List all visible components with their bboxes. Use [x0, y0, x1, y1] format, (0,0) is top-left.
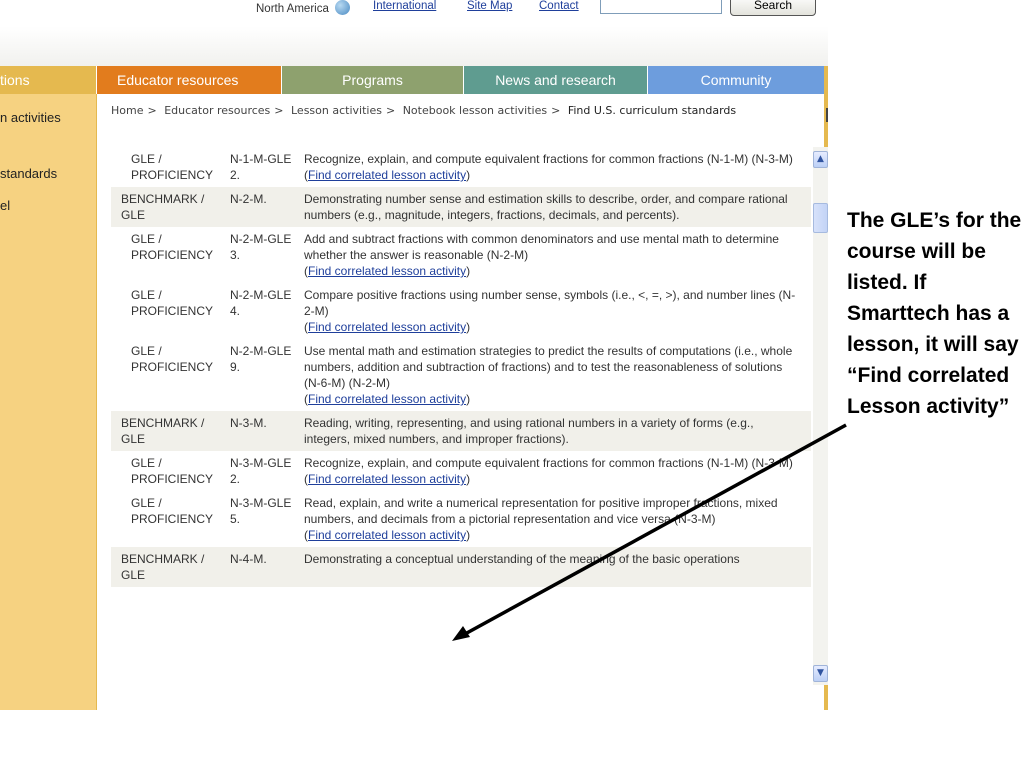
tab-programs[interactable]: Programs — [282, 66, 463, 94]
contact-link[interactable]: Contact — [539, 0, 579, 12]
search-button[interactable]: Search — [730, 0, 816, 16]
site-map-link[interactable]: Site Map — [467, 0, 512, 12]
standard-type: GLE / PROFICIENCY — [131, 152, 214, 182]
standard-description: Use mental math and estimation strategie… — [304, 344, 793, 390]
standard-description: Read, explain, and write a numerical rep… — [304, 496, 778, 526]
find-correlated-lesson-link[interactable]: Find correlated lesson activity — [308, 168, 466, 182]
standard-description: Demonstrating a conceptual understanding… — [304, 552, 740, 566]
standard-type: BENCHMARK / GLE — [121, 416, 205, 446]
standard-description-cell: Recognize, explain, and compute equivale… — [304, 152, 793, 182]
find-correlated-lesson-link[interactable]: Find correlated lesson activity — [308, 264, 466, 278]
breadcrumb-lesson-activities[interactable]: Lesson activities — [291, 104, 382, 117]
standard-description-cell: Demonstrating number sense and estimatio… — [304, 191, 801, 223]
standard-type: BENCHMARK / GLE — [121, 552, 205, 582]
table-row: GLE / PROFICIENCY N-2-M-GLE 4. Compare pos… — [111, 283, 811, 339]
standards-list: GLE / PROFICIENCY N-1-M-GLE 2. Recognize, … — [111, 147, 811, 685]
standard-description-cell: Recognize, explain, and compute equivale… — [304, 456, 793, 486]
breadcrumb-educator-resources[interactable]: Educator resources — [164, 104, 270, 117]
tab-community[interactable]: Community — [648, 66, 824, 94]
standard-code: N-2-M. — [230, 192, 267, 206]
table-row: BENCHMARK / GLE N-2-M. Demonstrating numbe… — [111, 187, 811, 227]
standard-description: Recognize, explain, and compute equivale… — [304, 456, 793, 470]
standard-description: Compare positive fractions using number … — [304, 288, 796, 318]
breadcrumb: Home > Educator resources > Lesson activit… — [111, 104, 737, 117]
table-row: GLE / PROFICIENCY N-3-M-GLE 5. Read, expla… — [111, 491, 811, 547]
search-input[interactable] — [600, 0, 722, 14]
standard-type: BENCHMARK / GLE — [121, 192, 205, 222]
standard-type: GLE / PROFICIENCY — [131, 232, 214, 262]
table-row: BENCHMARK / GLE N-4-M. Demonstrating a con… — [111, 547, 811, 587]
side-scroll-marker — [826, 108, 828, 122]
international-link[interactable]: International — [373, 0, 436, 12]
standard-code: N-4-M. — [230, 552, 267, 566]
standard-description-cell: Compare positive fractions using number … — [304, 288, 796, 334]
standard-description: Demonstrating number sense and estimatio… — [304, 192, 788, 222]
annotation-callout: The GLE’s for the course will be listed.… — [847, 209, 1022, 418]
tab-news-and-research[interactable]: News and research — [464, 66, 647, 94]
globe-icon — [335, 0, 351, 15]
standard-description: Add and subtract fractions with common d… — [304, 232, 779, 262]
sidebar: n activities standards el — [0, 94, 96, 710]
find-correlated-lesson-link[interactable]: Find correlated lesson activity — [308, 528, 466, 542]
content-left-border — [96, 94, 97, 710]
table-row: BENCHMARK / GLE N-3-M. Reading, writing, r… — [111, 411, 811, 451]
tab-educator-resources[interactable]: Educator resources — [97, 66, 281, 94]
scroll-thumb[interactable] — [813, 203, 828, 233]
tab-edge — [824, 66, 828, 94]
table-row: GLE / PROFICIENCY N-2-M-GLE 3. Add and sub… — [111, 227, 811, 283]
table-row: GLE / PROFICIENCY N-3-M-GLE 2. Recognize, … — [111, 451, 811, 491]
standard-code: N-3-M-GLE 2. — [230, 456, 292, 486]
standard-description: Recognize, explain, and compute equivale… — [304, 152, 793, 166]
standard-description-cell: Read, explain, and write a numerical rep… — [304, 496, 778, 542]
site-header: North America International Site Map Con… — [0, 0, 828, 66]
browser-screenshot: North America International Site Map Con… — [0, 0, 828, 710]
standard-type: GLE / PROFICIENCY — [131, 344, 214, 374]
scroll-up-icon[interactable]: ▲ — [813, 151, 828, 168]
standard-code: N-3-M. — [230, 416, 267, 430]
standard-description-cell: Use mental math and estimation strategie… — [304, 344, 793, 406]
standard-description-cell: Reading, writing, representing, and usin… — [304, 415, 801, 447]
breadcrumb-current: Find U.S. curriculum standards — [567, 104, 737, 117]
standard-type: GLE / PROFICIENCY — [131, 496, 214, 526]
sidebar-item-level[interactable]: el — [0, 198, 10, 213]
find-correlated-lesson-link[interactable]: Find correlated lesson activity — [308, 392, 466, 406]
region-label: North America — [256, 0, 353, 15]
tab-solutions[interactable]: tions — [0, 66, 96, 94]
sidebar-item-standards[interactable]: standards — [0, 166, 57, 181]
breadcrumb-notebook-lesson-activities[interactable]: Notebook lesson activities — [403, 104, 547, 117]
sidebar-item-lesson-activities[interactable]: n activities — [0, 110, 61, 125]
scroll-down-icon[interactable]: ▼ — [813, 665, 828, 682]
standard-code: N-2-M-GLE 9. — [230, 344, 292, 374]
breadcrumb-home[interactable]: Home — [111, 104, 143, 117]
find-correlated-lesson-link[interactable]: Find correlated lesson activity — [308, 472, 466, 486]
standard-code: N-2-M-GLE 4. — [230, 288, 292, 318]
standard-code: N-3-M-GLE 5. — [230, 496, 292, 526]
standard-description-cell: Add and subtract fractions with common d… — [304, 232, 779, 278]
standard-code: N-1-M-GLE 2. — [230, 152, 292, 182]
standard-description-cell: Demonstrating a conceptual understanding… — [304, 551, 801, 583]
standard-code: N-2-M-GLE 3. — [230, 232, 292, 262]
table-row: GLE / PROFICIENCY N-1-M-GLE 2. Recognize, … — [111, 147, 811, 187]
find-correlated-lesson-link[interactable]: Find correlated lesson activity — [308, 320, 466, 334]
standard-type: GLE / PROFICIENCY — [131, 288, 214, 318]
standard-type: GLE / PROFICIENCY — [131, 456, 214, 486]
standards-scrollbar[interactable]: ▲ ▼ — [813, 147, 828, 685]
table-row: GLE / PROFICIENCY N-2-M-GLE 9. Use mental … — [111, 339, 811, 411]
region-text: North America — [256, 3, 329, 15]
standard-description: Reading, writing, representing, and usin… — [304, 416, 754, 446]
